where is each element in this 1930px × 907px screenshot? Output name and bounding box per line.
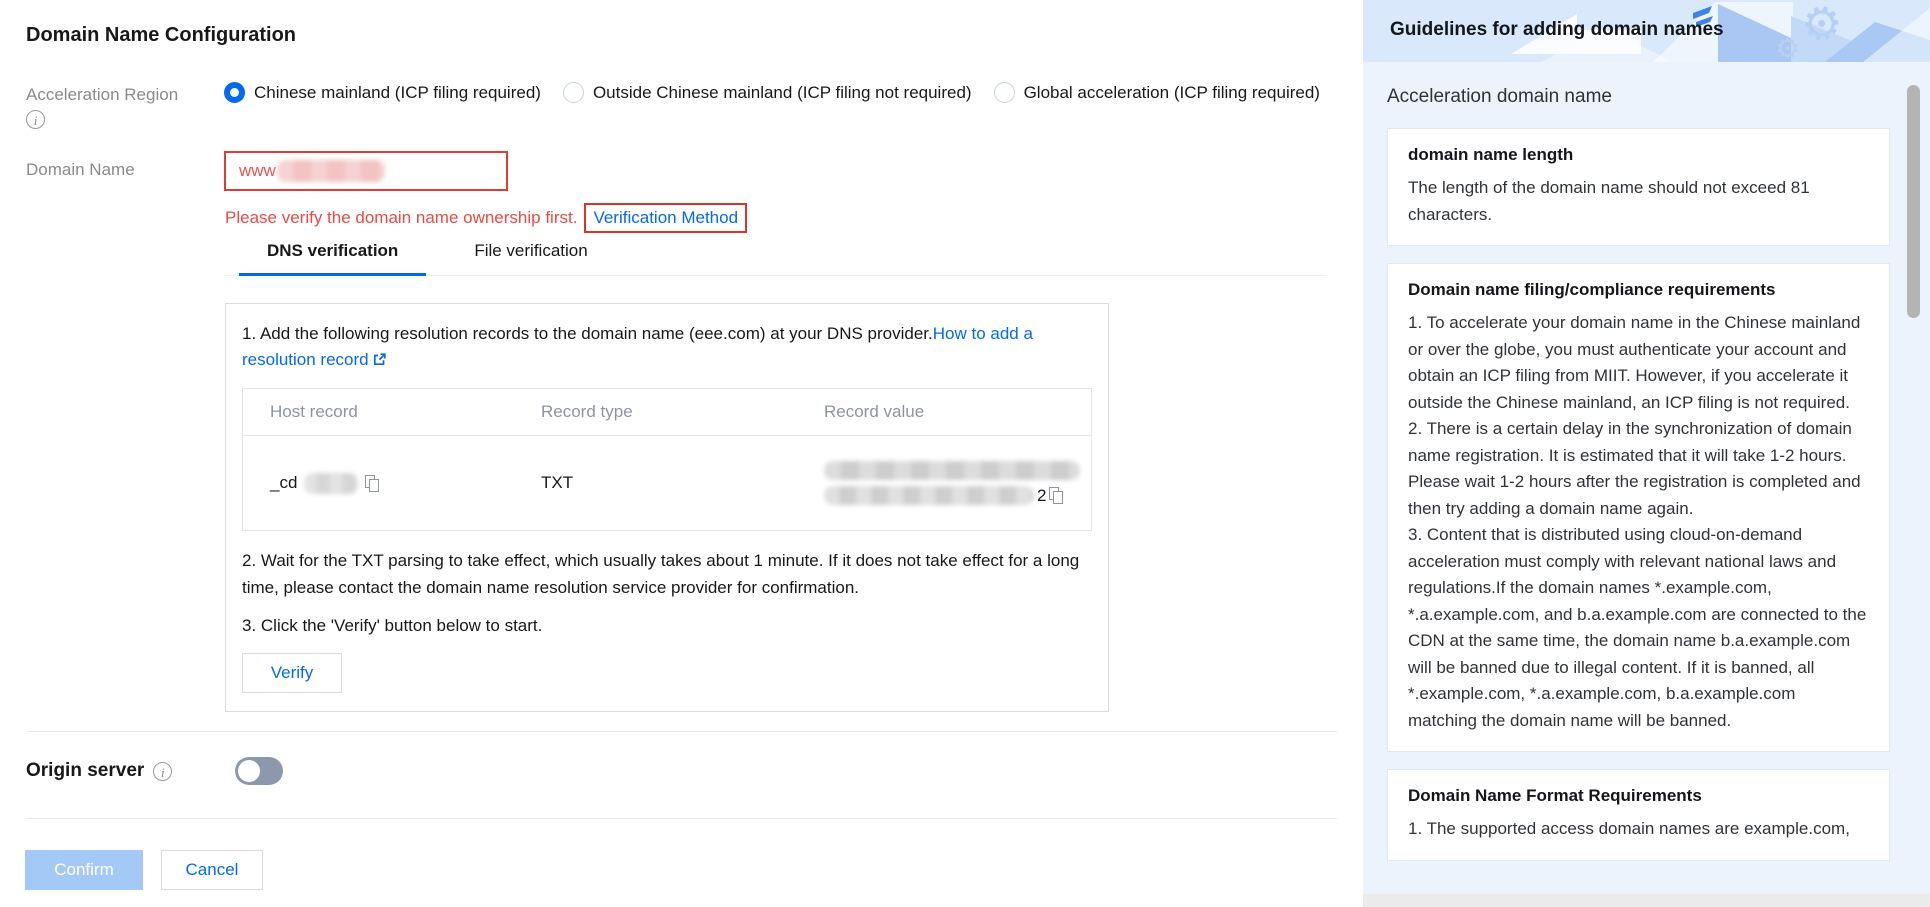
- radio-label: Global acceleration (ICP filing required…: [1023, 82, 1320, 102]
- radio-label: Outside Chinese mainland (ICP filing not…: [592, 82, 972, 102]
- verify-button[interactable]: Verify: [242, 653, 342, 693]
- svg-text:⚙: ⚙: [1775, 32, 1800, 62]
- guideline-card: domain name length The length of the dom…: [1387, 128, 1890, 246]
- acceleration-region-label: Acceleration Region: [26, 85, 179, 104]
- domain-name-label: Domain Name: [26, 160, 135, 179]
- guideline-cards: domain name length The length of the dom…: [1387, 128, 1890, 861]
- table-row: _cd TXT 2: [243, 436, 1091, 530]
- step-1-instruction: 1. Add the following resolution records …: [242, 321, 1092, 375]
- radio-chinese-mainland[interactable]: Chinese mainland (ICP filing required): [224, 82, 541, 103]
- origin-server-row: Origin server i: [26, 757, 284, 785]
- card-title: domain name length: [1408, 145, 1574, 164]
- domain-name-input[interactable]: www: [224, 151, 508, 191]
- card-body: 1. To accelerate your domain name in the…: [1408, 313, 1867, 730]
- toggle-knob-icon: [238, 760, 261, 782]
- col-host-record: Host record: [270, 402, 358, 421]
- cancel-button[interactable]: Cancel: [161, 850, 263, 890]
- sidebar-title: Guidelines for adding domain names: [1390, 19, 1724, 40]
- sidebar-scrollbar[interactable]: [1907, 85, 1920, 318]
- external-link-icon: [372, 349, 387, 375]
- record-value-cell: 2: [824, 460, 1091, 506]
- redacted-domain-text: [276, 160, 385, 182]
- card-body: 1. The supported access domain names are…: [1408, 819, 1850, 838]
- confirm-button[interactable]: Confirm: [25, 850, 143, 890]
- guideline-card: Domain name filing/compliance requiremen…: [1387, 263, 1890, 752]
- redacted-value-text: [824, 460, 1080, 480]
- page-title: Domain Name Configuration: [26, 24, 297, 46]
- radio-icon: [562, 82, 584, 103]
- origin-server-label: Origin server: [26, 760, 145, 781]
- record-type-value: TXT: [541, 473, 574, 492]
- table-header-row: Host record Record type Record value: [243, 389, 1091, 436]
- card-title: Domain name filing/compliance requiremen…: [1408, 280, 1776, 299]
- radio-icon: [993, 82, 1015, 103]
- resolution-records-table: Host record Record type Record value _cd…: [242, 388, 1092, 531]
- card-title: Domain Name Format Requirements: [1408, 786, 1702, 805]
- sidebar-header: ⚙ ⚙ Guidelines for adding domain names: [1363, 0, 1930, 62]
- radio-label: Chinese mainland (ICP filing required): [254, 82, 541, 102]
- tab-file-verification[interactable]: File verification: [460, 241, 601, 275]
- card-body: The length of the domain name should not…: [1408, 178, 1810, 224]
- guideline-card: Domain Name Format Requirements 1. The s…: [1387, 769, 1890, 861]
- tab-dns-verification[interactable]: DNS verification: [238, 241, 427, 276]
- info-icon[interactable]: i: [26, 110, 45, 129]
- info-icon[interactable]: i: [153, 761, 173, 781]
- redacted-host-text: [304, 472, 359, 494]
- radio-selected-icon: [224, 82, 245, 103]
- radio-global-acceleration[interactable]: Global acceleration (ICP filing required…: [993, 82, 1320, 103]
- copy-icon[interactable]: [365, 474, 380, 492]
- sidebar-bottom-strip: [1363, 894, 1930, 907]
- col-record-value: Record value: [824, 402, 925, 421]
- ownership-error-text: Please verify the domain name ownership …: [225, 208, 578, 227]
- dns-verification-panel: 1. Add the following resolution records …: [225, 303, 1109, 712]
- domain-name-value: www: [239, 161, 276, 180]
- col-record-type: Record type: [541, 402, 633, 421]
- domain-config-panel: Domain Name Configuration Acceleration R…: [0, 0, 1363, 907]
- redacted-value-text: [824, 486, 1034, 505]
- section-divider: [26, 731, 1337, 732]
- guidelines-sidebar: ⚙ ⚙ Guidelines for adding domain names A…: [1363, 0, 1930, 907]
- acceleration-region-options: Chinese mainland (ICP filing required) O…: [224, 82, 1320, 103]
- step-3-instruction: 3. Click the 'Verify' button below to st…: [242, 616, 543, 635]
- record-value-suffix: 2: [1037, 485, 1047, 505]
- verification-tabs: DNS verification File verification: [225, 241, 1326, 276]
- host-record-value: _cd: [270, 473, 298, 492]
- verification-method-link[interactable]: Verification Method: [584, 203, 748, 233]
- sidebar-section-title: Acceleration domain name: [1387, 86, 1612, 107]
- copy-icon[interactable]: [1049, 487, 1064, 504]
- section-divider: [26, 818, 1337, 819]
- step-2-instruction: 2. Wait for the TXT parsing to take effe…: [242, 551, 1080, 597]
- origin-server-toggle[interactable]: [235, 757, 284, 785]
- radio-outside-chinese-mainland[interactable]: Outside Chinese mainland (ICP filing not…: [562, 82, 972, 103]
